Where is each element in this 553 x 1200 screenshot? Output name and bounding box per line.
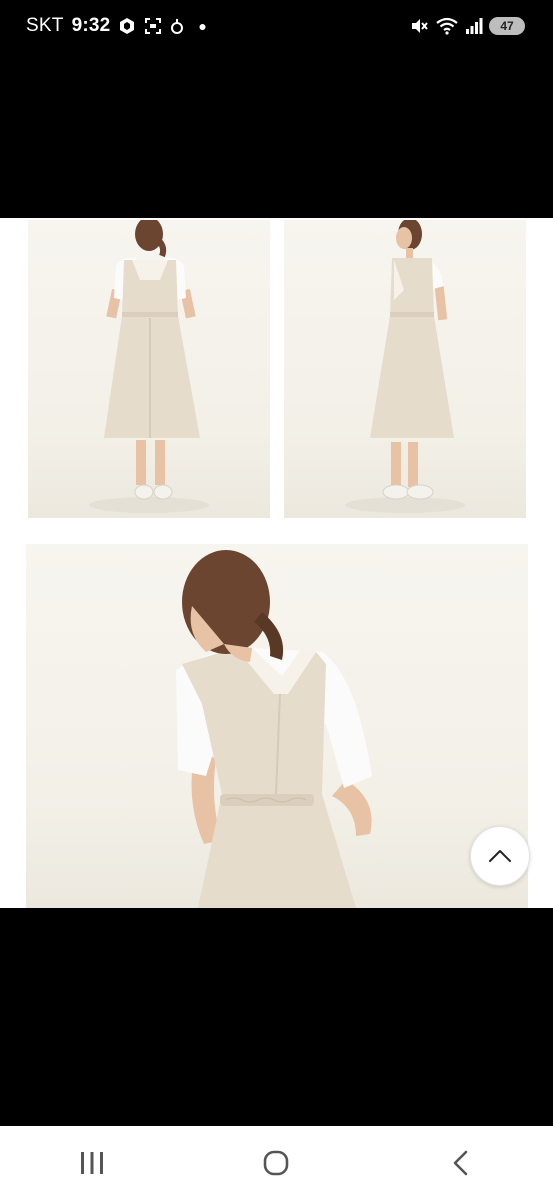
model-side-view <box>345 220 465 513</box>
product-photo-side <box>284 220 526 518</box>
product-detail-images[interactable] <box>0 218 553 908</box>
model-back-view <box>89 220 209 513</box>
signal-icon <box>466 18 483 34</box>
product-photo-back-detail <box>26 544 528 908</box>
recent-apps-button[interactable] <box>62 1138 122 1188</box>
scan-icon <box>145 18 162 34</box>
status-right: 47 <box>409 14 525 38</box>
model-back-detail-view <box>176 550 372 908</box>
recent-apps-icon <box>81 1152 104 1174</box>
mute-icon <box>412 19 428 33</box>
chevron-up-icon <box>489 850 511 862</box>
more-notifications-icon: ● <box>198 18 208 34</box>
battery-icon: 47 <box>489 17 525 35</box>
scroll-to-top-button[interactable] <box>470 826 530 886</box>
carrier-label: SKT <box>26 15 64 36</box>
clock: 9:32 <box>71 15 111 36</box>
back-button[interactable] <box>431 1138 491 1188</box>
status-left: SKT 9:32 ● <box>26 14 207 38</box>
wifi-icon <box>436 17 458 35</box>
notification-icon <box>171 19 184 34</box>
back-icon <box>453 1150 468 1176</box>
product-photo-back <box>28 220 270 518</box>
status-bar: SKT 9:32 ● 47 <box>0 0 553 52</box>
system-navigation-bar <box>0 1126 553 1200</box>
home-icon <box>264 1150 289 1176</box>
app-cube-icon <box>120 18 135 34</box>
home-button[interactable] <box>246 1138 306 1188</box>
